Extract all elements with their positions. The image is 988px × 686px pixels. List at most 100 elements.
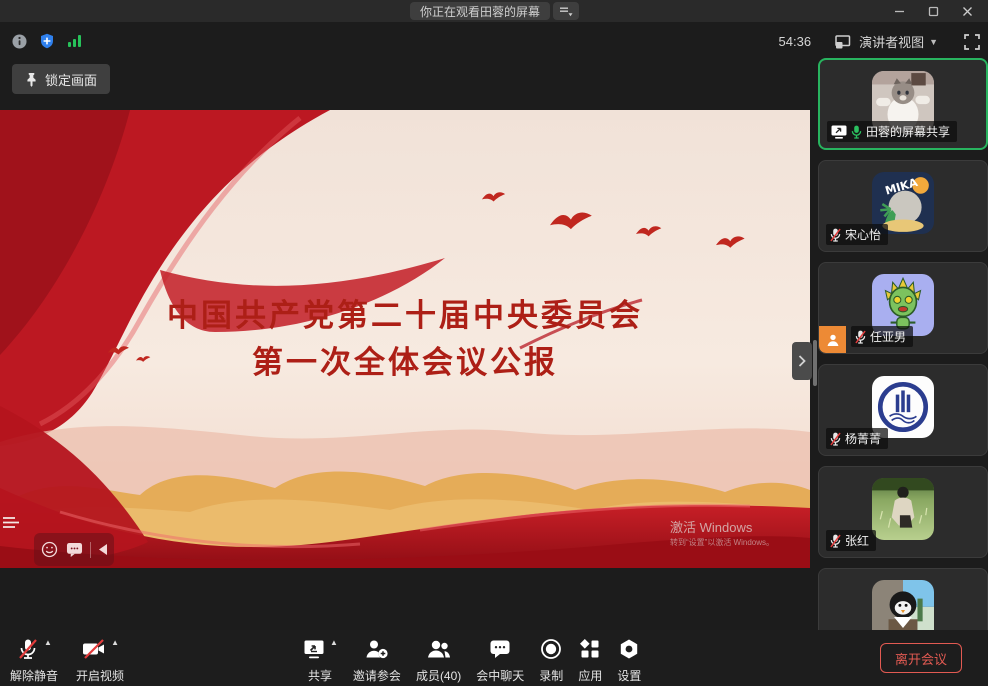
apps-grid-icon bbox=[578, 637, 602, 661]
share-screen-button[interactable]: ▲ 共享 bbox=[302, 637, 338, 684]
fullscreen-icon[interactable] bbox=[964, 34, 980, 50]
collapse-left-icon[interactable] bbox=[99, 544, 107, 555]
participant-name-tag: 任亚男 bbox=[851, 326, 913, 347]
participant-name-tag: 宋心怡 bbox=[826, 224, 888, 245]
mic-options-caret[interactable]: ▲ bbox=[44, 638, 52, 648]
annotation-toolbar-handle[interactable] bbox=[2, 516, 22, 532]
close-button[interactable] bbox=[950, 0, 984, 22]
shared-slide: 中国共产党第二十届中央委员会 第一次全体会议公报 激活 Windows 转到“设… bbox=[0, 110, 810, 568]
members-label: 成员(40) bbox=[416, 667, 461, 684]
list-lines-icon bbox=[2, 516, 20, 530]
pin-icon bbox=[25, 72, 38, 87]
lock-view-label: 锁定画面 bbox=[45, 70, 97, 89]
record-icon bbox=[539, 637, 563, 661]
status-icons bbox=[12, 33, 83, 49]
participant-tile[interactable]: 任亚男 bbox=[818, 262, 988, 354]
participant-name: 杨菁菁 bbox=[845, 430, 881, 447]
apps-button[interactable]: 应用 bbox=[578, 637, 602, 684]
participants-sidebar: 田蓉的屏幕共享 MIKA bbox=[818, 58, 988, 630]
minimize-icon bbox=[894, 6, 905, 17]
slide-title: 中国共产党第二十届中央委员会 第一次全体会议公报 bbox=[0, 293, 810, 387]
mic-muted-icon bbox=[855, 330, 866, 344]
avatar bbox=[872, 478, 934, 540]
unmute-button[interactable]: ▲ 解除静音 bbox=[10, 637, 58, 684]
settings-label: 设置 bbox=[617, 667, 641, 684]
participant-tile[interactable]: MIKA 宋心怡 bbox=[818, 160, 988, 252]
record-button[interactable]: 录制 bbox=[539, 637, 563, 684]
scroll-down-indicator[interactable] bbox=[894, 617, 912, 628]
participant-tile-sharing[interactable]: 田蓉的屏幕共享 bbox=[818, 58, 988, 150]
shared-screen: 中国共产党第二十届中央委员会 第一次全体会议公报 激活 Windows 转到“设… bbox=[0, 110, 810, 590]
maximize-button[interactable] bbox=[916, 0, 950, 22]
chat-label: 会中聊天 bbox=[476, 667, 524, 684]
network-signal-icon[interactable] bbox=[67, 34, 83, 48]
maximize-icon bbox=[928, 6, 939, 17]
mic-muted-icon bbox=[830, 534, 841, 548]
chevron-right-icon bbox=[798, 355, 806, 367]
meeting-toolbar: ▲ 解除静音 ▲ 开启视频 bbox=[0, 630, 988, 686]
titlebar: 你正在观看田蓉的屏幕 bbox=[0, 0, 988, 22]
minimize-button[interactable] bbox=[882, 0, 916, 22]
layout-icon bbox=[835, 35, 851, 49]
mic-muted-icon bbox=[16, 637, 40, 661]
participant-name: 宋心怡 bbox=[845, 226, 881, 243]
watching-screen-pill: 你正在观看田蓉的屏幕 bbox=[410, 2, 550, 20]
members-icon bbox=[426, 637, 452, 661]
chat-button[interactable]: 会中聊天 bbox=[476, 637, 524, 684]
watermark-line2: 转到“设置”以激活 Windows。 bbox=[670, 535, 774, 550]
activate-windows-watermark: 激活 Windows 转到“设置”以激活 Windows。 bbox=[670, 520, 774, 550]
slide-title-line1: 中国共产党第二十届中央委员会 bbox=[0, 293, 810, 340]
sidebar-collapse-tab[interactable] bbox=[792, 342, 812, 380]
start-video-label: 开启视频 bbox=[76, 667, 124, 684]
settings-button[interactable]: 设置 bbox=[617, 637, 641, 684]
share-label: 共享 bbox=[308, 667, 332, 684]
settings-icon bbox=[617, 637, 641, 661]
invite-button[interactable]: 邀请参会 bbox=[353, 637, 401, 684]
camera-off-icon bbox=[81, 637, 107, 661]
leave-meeting-button[interactable]: 离开会议 bbox=[880, 643, 962, 673]
lock-view-button[interactable]: 锁定画面 bbox=[12, 64, 110, 94]
participant-name-tag: 田蓉的屏幕共享 bbox=[827, 121, 957, 142]
mic-muted-icon bbox=[830, 432, 841, 446]
participant-tile[interactable]: 张红 bbox=[818, 466, 988, 558]
security-shield-icon[interactable] bbox=[39, 33, 55, 49]
participant-name: 田蓉的屏幕共享 bbox=[866, 123, 950, 140]
share-options-caret[interactable]: ▲ bbox=[330, 638, 338, 648]
toolbar-divider bbox=[90, 542, 91, 558]
start-video-button[interactable]: ▲ 开启视频 bbox=[76, 637, 124, 684]
invite-label: 邀请参会 bbox=[353, 667, 401, 684]
reaction-toolbar bbox=[34, 533, 114, 566]
watching-options-button[interactable] bbox=[553, 2, 579, 20]
watching-screen-label: 你正在观看田蓉的屏幕 bbox=[420, 3, 540, 20]
mic-on-icon bbox=[851, 125, 862, 139]
apps-label: 应用 bbox=[578, 667, 602, 684]
meeting-timer: 54:36 bbox=[779, 34, 812, 49]
video-options-caret[interactable]: ▲ bbox=[111, 638, 119, 648]
record-label: 录制 bbox=[539, 667, 563, 684]
close-icon bbox=[962, 6, 973, 17]
meeting-info-icon[interactable] bbox=[12, 34, 27, 49]
list-caret-icon bbox=[559, 6, 573, 17]
share-screen-icon bbox=[302, 637, 326, 661]
participant-tile[interactable]: 杨菁菁 bbox=[818, 364, 988, 456]
invite-person-icon bbox=[364, 637, 390, 661]
person-icon bbox=[826, 333, 840, 347]
chat-bubble-icon[interactable] bbox=[66, 542, 83, 558]
leave-meeting-label: 离开会议 bbox=[895, 649, 947, 668]
participant-name: 任亚男 bbox=[870, 328, 906, 345]
emoji-reaction-icon[interactable] bbox=[41, 541, 58, 558]
screen-share-icon bbox=[831, 125, 847, 139]
hand-raised-badge bbox=[819, 326, 846, 353]
slide-title-line2: 第一次全体会议公报 bbox=[0, 340, 810, 387]
watermark-line1: 激活 Windows bbox=[670, 520, 774, 535]
view-mode-button[interactable]: 演讲者视图 bbox=[859, 32, 924, 51]
sidebar-scrollbar[interactable] bbox=[813, 340, 817, 386]
unmute-label: 解除静音 bbox=[10, 667, 58, 684]
members-button[interactable]: 成员(40) bbox=[416, 637, 461, 684]
participant-name-tag: 杨菁菁 bbox=[826, 428, 888, 449]
participant-name: 张红 bbox=[845, 532, 869, 549]
participant-name-tag: 张红 bbox=[826, 530, 876, 551]
chat-icon bbox=[488, 637, 512, 661]
mic-muted-icon bbox=[830, 228, 841, 242]
view-mode-caret-icon[interactable]: ▼ bbox=[929, 37, 938, 47]
